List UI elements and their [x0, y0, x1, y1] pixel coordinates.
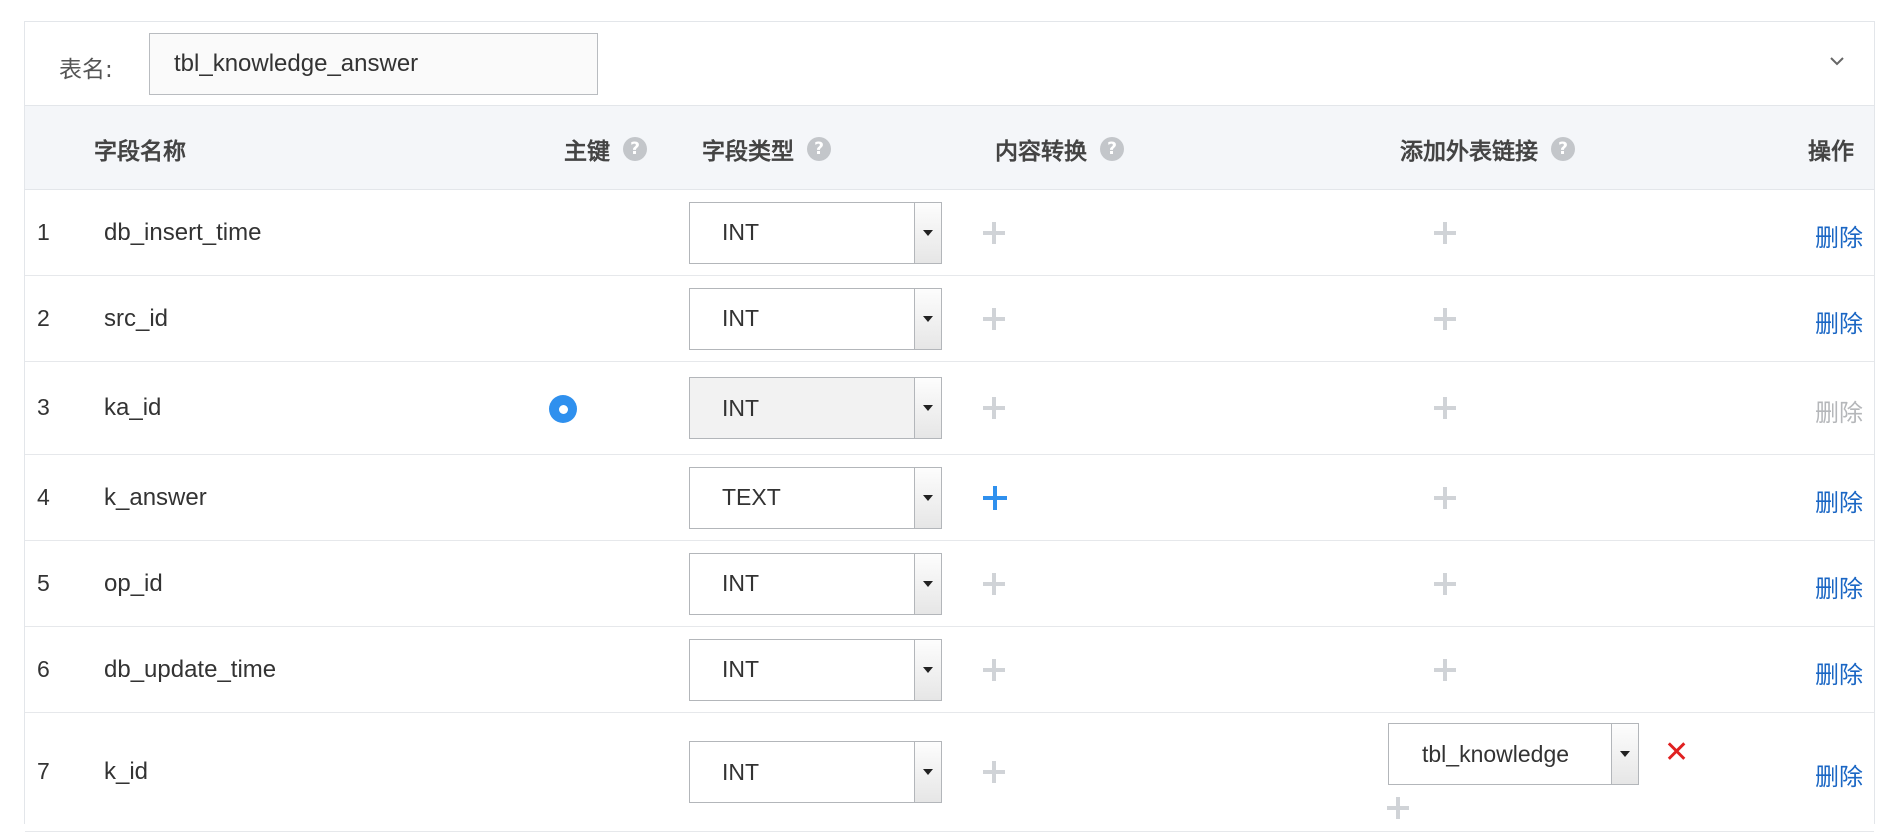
- field-type-value: INT: [722, 570, 760, 596]
- row-number: 5: [37, 569, 50, 596]
- field-type-select[interactable]: INT: [689, 741, 942, 803]
- dropdown-arrow-icon[interactable]: [914, 288, 941, 349]
- table-row: 1 db_insert_time INT 删除: [25, 190, 1874, 276]
- help-icon[interactable]: ?: [1551, 137, 1575, 161]
- table-row: 5 op_id INT 删除: [25, 541, 1874, 627]
- table-row: 7 k_id INT tbl_knowledge ✕ 删除: [25, 713, 1874, 832]
- add-foreign-link-icon[interactable]: [1434, 221, 1456, 244]
- table-editor-panel: 表名: 字段名称 主键 ? 字段类型 ? 内容转换 ? 添加外表链接 ? 操作 …: [24, 21, 1875, 832]
- add-foreign-link-icon[interactable]: [1434, 572, 1456, 595]
- row-number: 3: [37, 394, 50, 420]
- delete-link[interactable]: 删除: [1815, 757, 1863, 792]
- add-foreign-link-icon[interactable]: [1434, 307, 1456, 330]
- dropdown-arrow-icon[interactable]: [914, 639, 941, 700]
- row-number: 1: [37, 218, 50, 245]
- add-foreign-link-icon[interactable]: [1434, 397, 1456, 419]
- field-type-select[interactable]: INT: [689, 201, 942, 264]
- row-number: 2: [37, 304, 50, 331]
- field-name: op_id: [104, 569, 163, 597]
- help-icon[interactable]: ?: [807, 137, 831, 161]
- row-number: 7: [37, 758, 50, 784]
- foreign-table-value: tbl_knowledge: [1422, 740, 1570, 767]
- delete-link[interactable]: 删除: [1815, 304, 1863, 339]
- dropdown-arrow-icon[interactable]: [914, 378, 941, 438]
- dropdown-arrow-icon[interactable]: [914, 742, 941, 802]
- add-foreign-link-icon[interactable]: [1434, 658, 1456, 681]
- table-row: 3 ka_id INT 删除: [25, 362, 1874, 455]
- column-actions: 操作: [1808, 139, 1854, 165]
- delete-link: 删除: [1815, 399, 1863, 427]
- add-transform-icon[interactable]: [983, 572, 1005, 595]
- table-header: 字段名称 主键 ? 字段类型 ? 内容转换 ? 添加外表链接 ? 操作: [25, 106, 1874, 190]
- add-foreign-link-icon[interactable]: [1387, 797, 1409, 819]
- table-row: 2 src_id INT 删除: [25, 276, 1874, 362]
- field-type-value: INT: [722, 758, 760, 785]
- field-type-value: INT: [722, 219, 760, 245]
- field-type-select[interactable]: TEXT: [689, 466, 942, 529]
- help-icon[interactable]: ?: [1100, 137, 1124, 161]
- field-type-select[interactable]: INT: [689, 552, 942, 615]
- column-field-type: 字段类型 ?: [702, 132, 831, 166]
- row-number: 4: [37, 483, 50, 510]
- field-name: db_update_time: [104, 655, 277, 683]
- table-name-label: 表名:: [59, 57, 113, 83]
- field-type-value: TEXT: [722, 484, 781, 510]
- field-name: k_id: [104, 758, 149, 785]
- table-row: 6 db_update_time INT 删除: [25, 627, 1874, 713]
- add-transform-icon[interactable]: [983, 485, 1007, 510]
- column-primary-key: 主键 ?: [564, 132, 647, 166]
- delete-link[interactable]: 删除: [1815, 569, 1863, 604]
- delete-link[interactable]: 删除: [1815, 483, 1863, 518]
- dropdown-arrow-icon[interactable]: [914, 553, 941, 614]
- dropdown-arrow-icon[interactable]: [914, 467, 941, 528]
- field-name: db_insert_time: [104, 218, 262, 246]
- row-number: 6: [37, 655, 50, 682]
- table-row: 4 k_answer TEXT 删除: [25, 455, 1874, 541]
- foreign-table-select[interactable]: tbl_knowledge: [1388, 723, 1639, 785]
- field-name: src_id: [104, 304, 169, 332]
- chevron-down-icon[interactable]: [1826, 50, 1848, 72]
- field-type-value: INT: [722, 305, 760, 331]
- primary-key-radio[interactable]: [549, 395, 577, 423]
- field-name: ka_id: [104, 394, 162, 421]
- table-name-bar: 表名:: [25, 22, 1874, 106]
- column-field-name: 字段名称: [94, 139, 186, 165]
- add-transform-icon[interactable]: [983, 397, 1005, 419]
- column-add-foreign-link: 添加外表链接 ?: [1400, 132, 1575, 166]
- add-transform-icon[interactable]: [983, 307, 1005, 330]
- dropdown-arrow-icon[interactable]: [914, 202, 941, 263]
- field-type-select[interactable]: INT: [689, 377, 942, 439]
- delete-link[interactable]: 删除: [1815, 218, 1863, 253]
- field-type-select[interactable]: INT: [689, 287, 942, 350]
- field-type-value: INT: [722, 656, 760, 682]
- field-type-value: INT: [722, 394, 760, 421]
- field-name: k_answer: [104, 483, 207, 511]
- add-transform-icon[interactable]: [983, 658, 1005, 681]
- table-body: 1 db_insert_time INT 删除 2 src_id INT 删除 3 ka_id IN…: [25, 190, 1874, 832]
- remove-link-icon[interactable]: ✕: [1664, 738, 1689, 768]
- dropdown-arrow-icon[interactable]: [1611, 724, 1638, 784]
- column-content-transform: 内容转换 ?: [995, 132, 1124, 166]
- add-transform-icon[interactable]: [983, 221, 1005, 244]
- field-type-select[interactable]: INT: [689, 638, 942, 701]
- add-transform-icon[interactable]: [983, 761, 1005, 783]
- table-name-input[interactable]: [149, 33, 598, 95]
- help-icon[interactable]: ?: [623, 137, 647, 161]
- delete-link[interactable]: 删除: [1815, 655, 1863, 690]
- add-foreign-link-icon[interactable]: [1434, 486, 1456, 509]
